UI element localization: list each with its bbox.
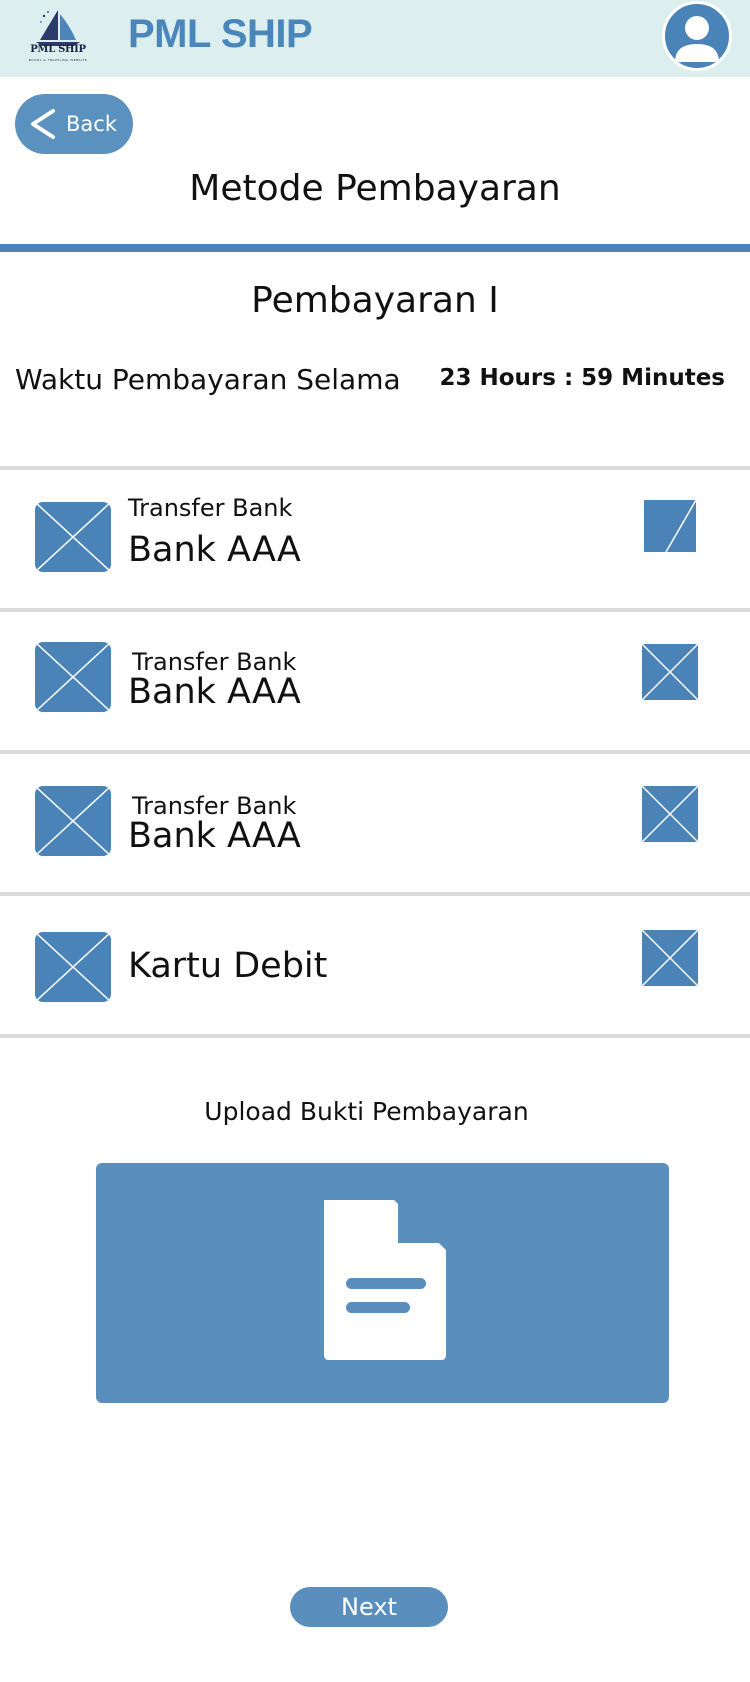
card-logo-placeholder-icon bbox=[35, 932, 111, 1002]
sailboat-icon bbox=[36, 10, 80, 46]
upload-label: Upload Bukti Pembayaran bbox=[204, 1097, 529, 1126]
pml-ship-logo[interactable]: PML SHIP BOOKS & TRAVELING WEBSITE bbox=[24, 6, 92, 66]
payment-method-debit-card[interactable]: Kartu Debit bbox=[0, 896, 750, 1034]
checkbox-unchecked-icon[interactable] bbox=[642, 786, 698, 842]
section-title: Pembayaran I bbox=[251, 280, 499, 321]
method-name: Kartu Debit bbox=[128, 946, 328, 986]
app-header: PML SHIP BOOKS & TRAVELING WEBSITE PML S… bbox=[0, 0, 750, 77]
next-button[interactable]: Next bbox=[290, 1587, 448, 1627]
brand-title: PML SHIP bbox=[128, 12, 313, 56]
logo-text: PML SHIP bbox=[30, 44, 86, 55]
checkbox-unchecked-icon[interactable] bbox=[642, 930, 698, 986]
payment-method-bank-transfer-2[interactable]: Transfer Bank Bank AAA bbox=[0, 612, 750, 750]
bank-logo-placeholder-icon bbox=[35, 786, 111, 856]
document-icon bbox=[324, 1200, 446, 1360]
payment-method-bank-transfer-3[interactable]: Transfer Bank Bank AAA bbox=[0, 754, 750, 892]
list-divider bbox=[0, 1034, 750, 1038]
method-name: Bank AAA bbox=[128, 530, 301, 570]
checkbox-unchecked-icon[interactable] bbox=[642, 644, 698, 700]
user-icon bbox=[675, 16, 719, 62]
profile-avatar-button[interactable] bbox=[662, 1, 732, 71]
page-title: Metode Pembayaran bbox=[189, 168, 561, 209]
method-name: Bank AAA bbox=[128, 816, 301, 856]
back-button-label: Back bbox=[66, 112, 117, 136]
method-type-label: Transfer Bank bbox=[128, 494, 293, 522]
title-divider bbox=[0, 244, 750, 252]
payment-method-bank-transfer-1[interactable]: Transfer Bank Bank AAA bbox=[0, 470, 750, 608]
payment-countdown: 23 Hours : 59 Minutes bbox=[439, 365, 725, 391]
bank-logo-placeholder-icon bbox=[35, 642, 111, 712]
payment-time-label: Waktu Pembayaran Selama bbox=[15, 363, 401, 396]
bank-logo-placeholder-icon bbox=[35, 502, 111, 572]
upload-proof-dropzone[interactable] bbox=[96, 1163, 669, 1403]
back-button[interactable]: Back bbox=[15, 94, 133, 154]
checkbox-checked-icon[interactable] bbox=[644, 500, 696, 552]
chevron-left-icon bbox=[31, 109, 55, 139]
logo-subtext: BOOKS & TRAVELING WEBSITE bbox=[28, 58, 88, 62]
method-name: Bank AAA bbox=[128, 672, 301, 712]
